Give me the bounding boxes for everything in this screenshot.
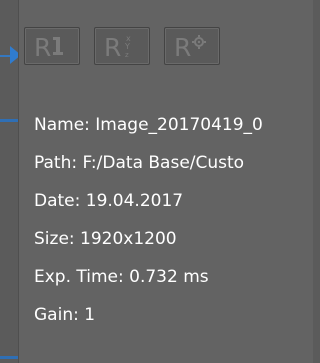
svg-text:R: R: [34, 33, 51, 59]
exposure-time: Exp. Time: 0.732 ms: [34, 267, 209, 287]
svg-text:z: z: [125, 51, 129, 59]
reset-button[interactable]: R: [24, 27, 80, 65]
reset-icon: R: [34, 33, 63, 59]
image-date: Date: 19.04.2017: [34, 191, 184, 211]
connector-line: [0, 119, 18, 122]
image-path: Path: F:/Data Base/Custo: [34, 153, 245, 173]
image-info-list: Name: Image_20170419_0 Path: F:/Data Bas…: [34, 115, 313, 343]
reset-axes-button[interactable]: R x Y z: [94, 27, 150, 65]
gain-value: Gain: 1: [34, 305, 96, 325]
reset-settings-button[interactable]: R: [164, 27, 220, 65]
image-info-window: R R x Y z R Name: Image_20170419_0 Path:…: [0, 0, 313, 363]
image-size: Size: 1920x1200: [34, 229, 177, 249]
toolbar: R R x Y z R: [24, 27, 220, 65]
image-name: Name: Image_20170419_0: [34, 115, 263, 135]
svg-text:R: R: [104, 33, 121, 59]
reset-settings-icon: R: [174, 33, 206, 59]
svg-text:Y: Y: [124, 42, 130, 51]
svg-text:R: R: [174, 33, 191, 59]
reset-axes-icon: R x Y z: [104, 33, 131, 59]
